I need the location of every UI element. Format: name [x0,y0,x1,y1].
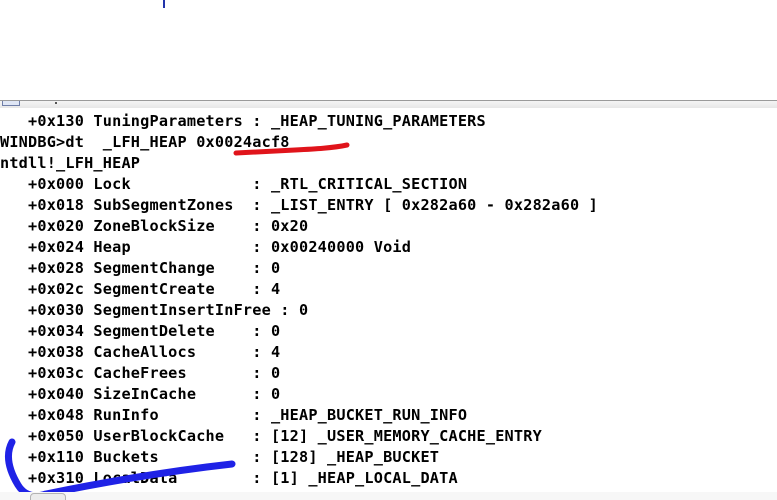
output-line: +0x030 SegmentInsertInFree : 0 [0,301,309,319]
output-line: ntdll!_LFH_HEAP [0,154,141,172]
output-line: +0x03c CacheFrees : 0 [0,364,281,382]
bottom-bar [0,492,777,500]
red-underline-annotation [233,142,350,156]
output-line: +0x000 Lock : _RTL_CRITICAL_SECTION [0,175,468,193]
output-line: +0x028 SegmentChange : 0 [0,259,281,277]
window-dot [55,102,57,104]
output-line: +0x034 SegmentDelete : 0 [0,322,281,340]
output-line: +0x038 CacheAllocs : 4 [0,343,281,361]
output-line: +0x040 SizeInCache : 0 [0,385,281,403]
blue-scribble-annotation [4,438,236,500]
window-menu-button[interactable] [2,101,20,106]
debugger-window: +0x130 TuningParameters : _HEAP_TUNING_P… [0,0,777,500]
output-line: +0x018 SubSegmentZones : _LIST_ENTRY [ 0… [0,196,598,214]
output-line: +0x048 RunInfo : _HEAP_BUCKET_RUN_INFO [0,406,468,424]
output-line: +0x130 TuningParameters : _HEAP_TUNING_P… [0,112,486,130]
output-line: +0x02c SegmentCreate : 4 [0,280,281,298]
output-line: +0x024 Heap : 0x00240000 Void [0,238,412,256]
output-line: +0x020 ZoneBlockSize : 0x20 [0,217,309,235]
text-cursor [163,0,165,8]
bottom-tab[interactable] [30,493,66,500]
